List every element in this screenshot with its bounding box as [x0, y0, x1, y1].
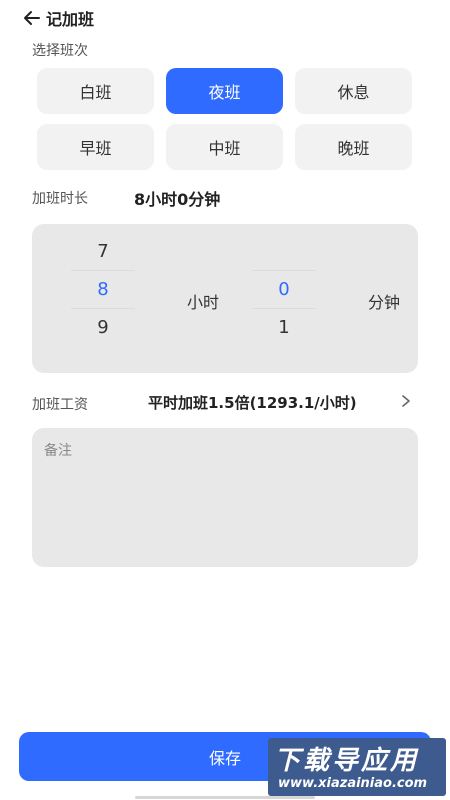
remark-input[interactable]: [32, 428, 418, 567]
arrow-left-icon[interactable]: [22, 8, 42, 28]
hours-wheel[interactable]: 7 8 9: [71, 233, 135, 346]
minutes-option-below[interactable]: 1: [252, 309, 316, 346]
hours-unit: 小时: [187, 293, 220, 312]
wage-value[interactable]: 平时加班1.5倍(1293.1/小时): [148, 392, 357, 413]
wage-label: 加班工资: [32, 397, 88, 413]
hours-option-above[interactable]: 7: [71, 233, 135, 270]
header: 记加班: [22, 6, 94, 30]
shift-option-rest[interactable]: 休息: [295, 68, 412, 114]
minutes-wheel[interactable]: 0 1: [252, 233, 316, 346]
shift-option-evening[interactable]: 晚班: [295, 124, 412, 170]
duration-label: 加班时长: [32, 191, 88, 207]
shift-option-morning[interactable]: 早班: [37, 124, 154, 170]
duration-value: 8小时0分钟: [134, 190, 221, 209]
hours-option-below[interactable]: 9: [71, 309, 135, 346]
shift-option-middle[interactable]: 中班: [166, 124, 283, 170]
duration-picker: 7 8 9 小时 0 1 分钟: [32, 224, 418, 373]
page-title: 记加班: [46, 10, 95, 29]
shift-option-night[interactable]: 夜班: [166, 68, 283, 114]
watermark-logo: 下载导应用 www.xiazainiao.com: [268, 738, 446, 796]
shift-option-day[interactable]: 白班: [37, 68, 154, 114]
shift-options: 白班 夜班 休息 早班 中班 晚班: [37, 68, 413, 170]
home-indicator: [135, 796, 315, 799]
hours-option-selected[interactable]: 8: [71, 270, 135, 309]
minutes-unit: 分钟: [368, 293, 401, 312]
minutes-option-selected[interactable]: 0: [252, 270, 316, 309]
chevron-right-icon[interactable]: [399, 393, 413, 409]
watermark-main-text: 下载导应用: [274, 746, 420, 776]
watermark-url-text: www.xiazainiao.com: [278, 776, 428, 791]
shift-label: 选择班次: [32, 43, 88, 59]
save-button-label: 保存: [208, 748, 241, 768]
minutes-option-above[interactable]: [252, 233, 316, 270]
